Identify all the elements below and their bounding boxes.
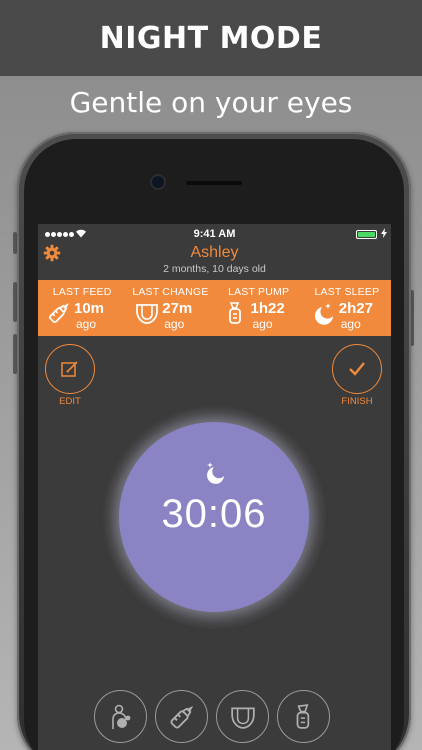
diaper-button[interactable] <box>216 690 269 743</box>
diaper-icon <box>230 706 255 729</box>
stat-last-pump[interactable]: LAST PUMP 1h22 ago <box>215 280 303 336</box>
promo-banner: NIGHT MODE <box>0 0 422 76</box>
status-time: 9:41 AM <box>193 228 236 240</box>
stat-unit: ago <box>164 317 185 331</box>
moon-star-icon <box>207 462 224 484</box>
battery-icon <box>356 230 377 239</box>
stat-value: 10m <box>74 300 105 317</box>
bottle-button[interactable] <box>155 690 208 743</box>
timer-value: 30:06 <box>161 492 267 536</box>
stat-label: LAST CHANGE <box>132 286 209 298</box>
promo-subtitle: Gentle on your eyes <box>69 86 353 119</box>
sleep-timer[interactable]: 30:06 <box>119 422 309 612</box>
nursing-icon <box>111 704 130 729</box>
earpiece-speaker <box>186 181 242 185</box>
bottle-icon <box>49 303 69 323</box>
diaper-icon <box>136 304 159 324</box>
pump-icon <box>228 302 241 324</box>
status-bar: 9:41 AM <box>38 224 391 244</box>
edit-icon <box>61 361 78 377</box>
edit-button[interactable] <box>45 344 95 394</box>
stat-label: LAST FEED <box>52 286 112 298</box>
checkmark-icon <box>349 362 365 376</box>
baby-name[interactable]: Ashley <box>38 244 391 262</box>
stat-unit: ago <box>76 317 97 331</box>
stat-value: 2h27 <box>338 300 373 317</box>
baby-age: 2 months, 10 days old <box>163 263 266 275</box>
promo-title: NIGHT MODE <box>99 20 323 56</box>
stat-value: 1h22 <box>250 300 285 317</box>
stat-last-sleep[interactable]: LAST SLEEP 2h27 ago <box>303 280 391 336</box>
moon-icon <box>314 303 333 325</box>
stat-label: LAST PUMP <box>228 286 290 298</box>
action-bar <box>94 690 330 743</box>
bottle-icon <box>169 705 193 729</box>
app-screen: 9:41 AM Ashley 2 months, 10 days old LAS… <box>38 224 391 750</box>
finish-button[interactable] <box>332 344 382 394</box>
charging-icon <box>381 228 387 238</box>
stat-label: LAST SLEEP <box>314 286 380 298</box>
stat-last-feed[interactable]: LAST FEED 10m ago <box>38 280 126 336</box>
finish-label: FINISH <box>341 396 373 407</box>
stat-unit: ago <box>252 317 273 331</box>
nursing-button[interactable] <box>94 690 147 743</box>
front-camera <box>152 176 164 188</box>
stat-unit: ago <box>340 317 361 331</box>
stats-bar: LAST FEED 10m ago LAST CHANGE 27m ago LA… <box>38 280 391 336</box>
stat-last-change[interactable]: LAST CHANGE 27m ago <box>126 280 214 336</box>
pump-button[interactable] <box>277 690 330 743</box>
pump-icon <box>296 703 309 729</box>
stat-value: 27m <box>162 300 193 317</box>
edit-label: EDIT <box>59 396 81 407</box>
